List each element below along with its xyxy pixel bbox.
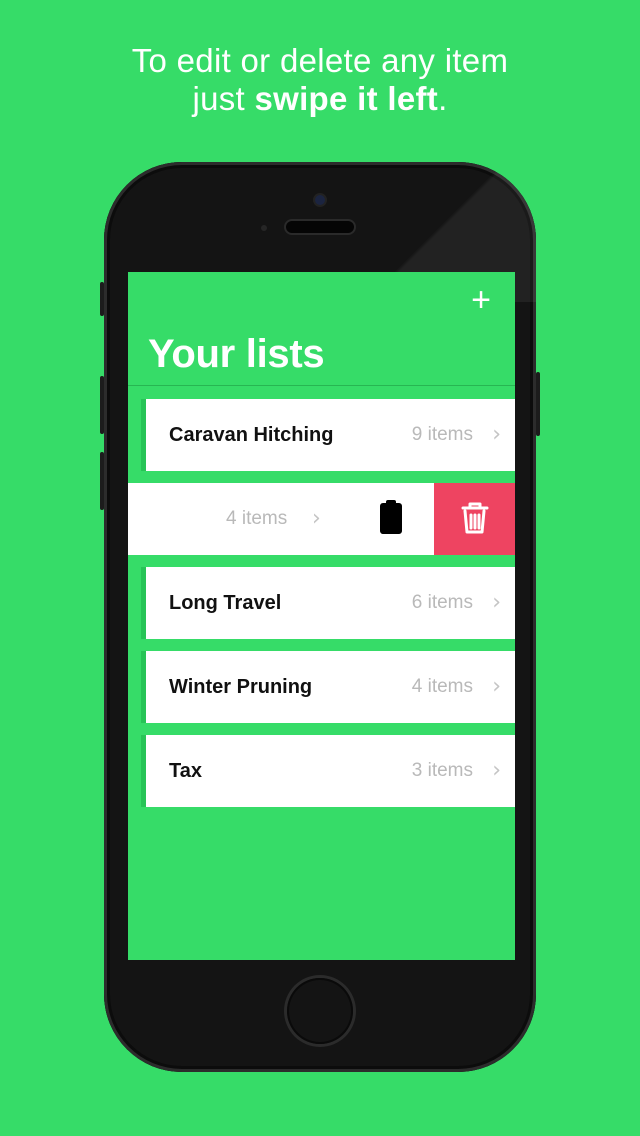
trash-icon <box>461 502 489 534</box>
home-button[interactable] <box>287 978 353 1044</box>
volume-down-button <box>100 452 104 510</box>
list-item[interactable]: Winter Pruning 4 items › <box>141 651 515 723</box>
proximity-sensor <box>261 225 267 231</box>
list-item[interactable]: Long Travel 6 items › <box>141 567 515 639</box>
promo-headline: To edit or delete any item just swipe it… <box>0 42 640 118</box>
front-camera <box>315 195 325 205</box>
list-item-count: 4 items <box>411 676 473 697</box>
list-item-name: Long Travel <box>169 592 282 614</box>
list-item[interactable]: Caravan Hitching 9 items › <box>141 399 515 471</box>
chevron-right-icon: › <box>492 674 501 699</box>
app-screen: + Your lists Caravan Hitching 9 items › … <box>128 272 515 960</box>
delete-button[interactable] <box>434 483 515 555</box>
list-item-name: Tax <box>169 760 202 782</box>
headline-bold: swipe it left <box>254 80 439 117</box>
earpiece-speaker <box>286 221 354 233</box>
list-item-name: Caravan Hitching <box>169 424 334 446</box>
volume-up-button <box>100 376 104 434</box>
list-item-count: 9 items <box>411 424 473 445</box>
clipboard-icon <box>380 500 402 534</box>
list-item-count: 3 items <box>411 760 473 781</box>
list-item-swiped[interactable]: 4 items › <box>128 483 515 555</box>
edit-button[interactable] <box>368 483 434 555</box>
phone-frame: + Your lists Caravan Hitching 9 items › … <box>100 162 540 1072</box>
chevron-right-icon: › <box>492 590 501 615</box>
list-item-name: Winter Pruning <box>169 676 313 698</box>
chevron-right-icon: › <box>492 758 501 783</box>
page-title: Your lists <box>148 332 325 376</box>
headline-line-2: just swipe it left. <box>0 80 640 118</box>
header-divider <box>128 385 515 386</box>
power-button <box>536 372 540 436</box>
list-item-count: 6 items <box>411 592 473 613</box>
chevron-right-icon: › <box>492 422 501 447</box>
mute-switch <box>100 282 104 316</box>
chevron-right-icon: › <box>312 506 321 531</box>
list-item-count: 4 items <box>226 508 288 529</box>
list-item[interactable]: Tax 3 items › <box>141 735 515 807</box>
headline-prefix: just <box>192 80 255 117</box>
headline-line-1: To edit or delete any item <box>131 42 509 79</box>
add-list-button[interactable]: + <box>465 283 497 317</box>
headline-suffix: . <box>438 80 448 117</box>
